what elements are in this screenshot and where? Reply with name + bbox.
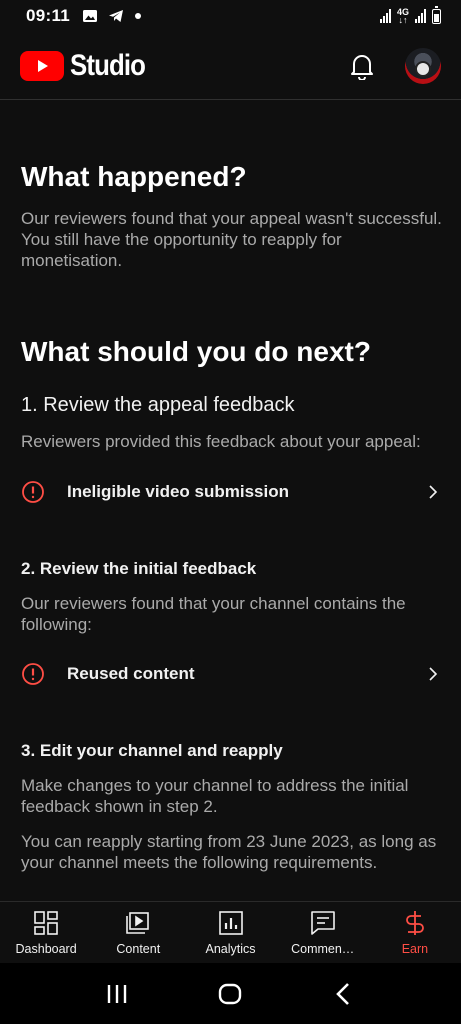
brand-name: Studio [70,48,146,82]
chevron-right-icon [429,485,438,499]
battery-icon [432,5,441,24]
account-avatar[interactable] [405,47,441,84]
step1-title: 1. Review the appeal feedback [21,394,295,416]
status-time: 09:11 [26,6,71,25]
nav-analytics[interactable]: Analytics [184,902,276,963]
step2-body: Our reviewers found that your channel co… [21,594,406,634]
status-bar: 09:11 4G ↓↑ [0,0,461,32]
appeal-feedback-item[interactable]: Ineligible video submission [0,468,461,516]
initial-feedback-item[interactable]: Reused content [0,650,461,698]
bottom-nav: Dashboard Content Analytics Commen… Earn [0,901,461,963]
nav-comments[interactable]: Commen… [277,902,369,963]
signal-icon [379,9,391,23]
step2-title: 2. Review the initial feedback [21,559,257,578]
studio-logo[interactable]: Studio [20,49,157,83]
nav-content[interactable]: Content [92,902,184,963]
nav-label: Commen… [291,942,355,956]
dashboard-icon [34,911,58,935]
back-icon[interactable] [330,980,358,1008]
youtube-play-icon [20,50,64,81]
warning-icon [22,481,44,503]
nav-earn[interactable]: Earn [369,902,461,963]
step1-body: Reviewers provided this feedback about y… [21,432,421,451]
step3-title: 3. Edit your channel and reapply [21,741,283,760]
content-icon [126,912,150,934]
nav-label: Content [116,942,161,956]
analytics-icon [218,911,243,935]
nav-label: Analytics [205,942,256,956]
dot-icon [135,13,142,19]
system-nav-bar [0,963,461,1024]
initial-feedback-label: Reused content [67,664,195,683]
appeal-feedback-label: Ineligible video submission [67,482,289,501]
warning-icon [22,663,44,685]
main-content: What happened? Our reviewers found that … [0,101,461,901]
comments-icon [310,911,335,935]
chevron-right-icon [429,667,438,681]
what-happened-title: What happened? [21,161,247,192]
step3-body-2: You can reapply starting from 23 June 20… [21,832,437,872]
signal-icon [415,9,426,23]
nav-label: Dashboard [15,942,77,956]
4g-icon: 4G ↓↑ [396,7,409,25]
what-happened-body: Our reviewers found that your appeal was… [21,209,442,270]
next-steps-title: What should you do next? [21,336,371,367]
recents-icon[interactable] [103,980,131,1008]
step3-body-1: Make changes to your channel to address … [21,776,409,816]
home-icon[interactable] [216,980,244,1008]
app-header: Studio [0,32,461,100]
nav-label: Earn [401,942,429,956]
earn-icon [406,911,424,935]
nav-dashboard[interactable]: Dashboard [0,902,92,963]
notifications-bell-icon[interactable] [349,52,375,80]
gallery-icon [83,10,98,22]
telegram-icon [109,10,124,22]
